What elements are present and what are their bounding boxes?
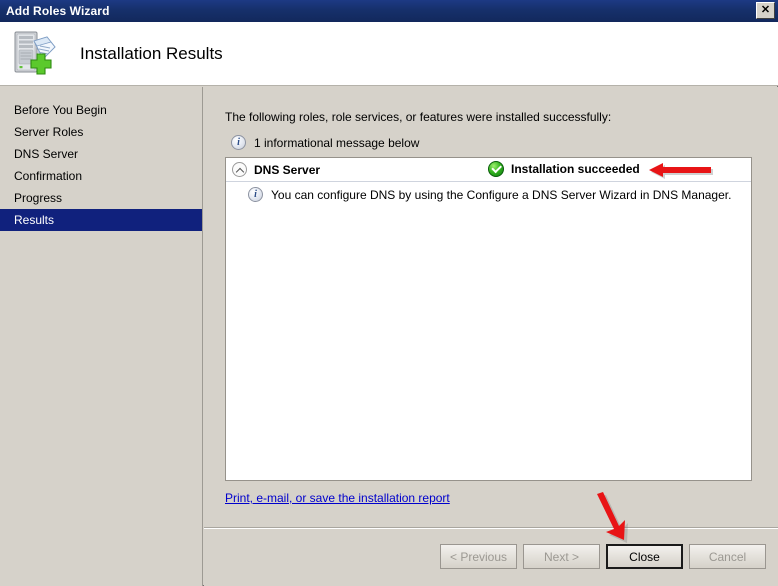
informational-message-count: 1 informational message below <box>254 135 420 150</box>
sidebar-item-progress[interactable]: Progress <box>0 187 202 209</box>
sidebar-item-results[interactable]: Results <box>0 209 202 231</box>
result-detail-text: You can configure DNS by using the Confi… <box>271 187 732 202</box>
wizard-footer: < Previous Next > Close Cancel <box>204 528 778 586</box>
intro-text: The following roles, role services, or f… <box>225 110 612 124</box>
wizard-step-list: Before You Begin Server Roles DNS Server… <box>0 87 203 586</box>
result-detail-row: You can configure DNS by using the Confi… <box>248 187 731 202</box>
sidebar-item-before-you-begin[interactable]: Before You Begin <box>0 99 202 121</box>
page-title: Installation Results <box>80 43 223 63</box>
green-check-icon <box>488 161 504 177</box>
close-icon: ✕ <box>760 4 771 16</box>
close-button[interactable]: Close <box>606 544 683 569</box>
installation-results-list: DNS Server Installation succeeded You ca… <box>225 157 752 481</box>
server-install-icon <box>10 28 62 80</box>
footer-button-row: < Previous Next > Close Cancel <box>440 544 766 569</box>
wizard-header: Installation Results <box>0 22 778 86</box>
result-role-name: DNS Server <box>254 162 321 177</box>
chevron-up-icon[interactable] <box>232 162 247 177</box>
status-badge: Installation succeeded <box>511 162 640 176</box>
main-content: The following roles, role services, or f… <box>204 87 778 528</box>
title-bar-buttons: ✕ <box>756 2 775 19</box>
cancel-button[interactable]: Cancel <box>689 544 766 569</box>
previous-button[interactable]: < Previous <box>440 544 517 569</box>
close-window-button[interactable]: ✕ <box>756 2 775 19</box>
title-bar: Add Roles Wizard ✕ <box>0 0 778 22</box>
informational-message-row: 1 informational message below <box>231 135 419 150</box>
result-row-header: DNS Server Installation succeeded <box>226 158 751 182</box>
window-title: Add Roles Wizard <box>6 4 110 18</box>
info-icon <box>248 187 263 202</box>
info-icon <box>231 135 246 150</box>
installation-status: Installation succeeded <box>488 161 640 177</box>
next-button[interactable]: Next > <box>523 544 600 569</box>
sidebar-item-dns-server[interactable]: DNS Server <box>0 143 202 165</box>
sidebar-item-server-roles[interactable]: Server Roles <box>0 121 202 143</box>
print-email-save-report-link[interactable]: Print, e-mail, or save the installation … <box>225 491 450 505</box>
sidebar-item-confirmation[interactable]: Confirmation <box>0 165 202 187</box>
add-roles-wizard-window: Add Roles Wizard ✕ Installation Results … <box>0 0 778 586</box>
